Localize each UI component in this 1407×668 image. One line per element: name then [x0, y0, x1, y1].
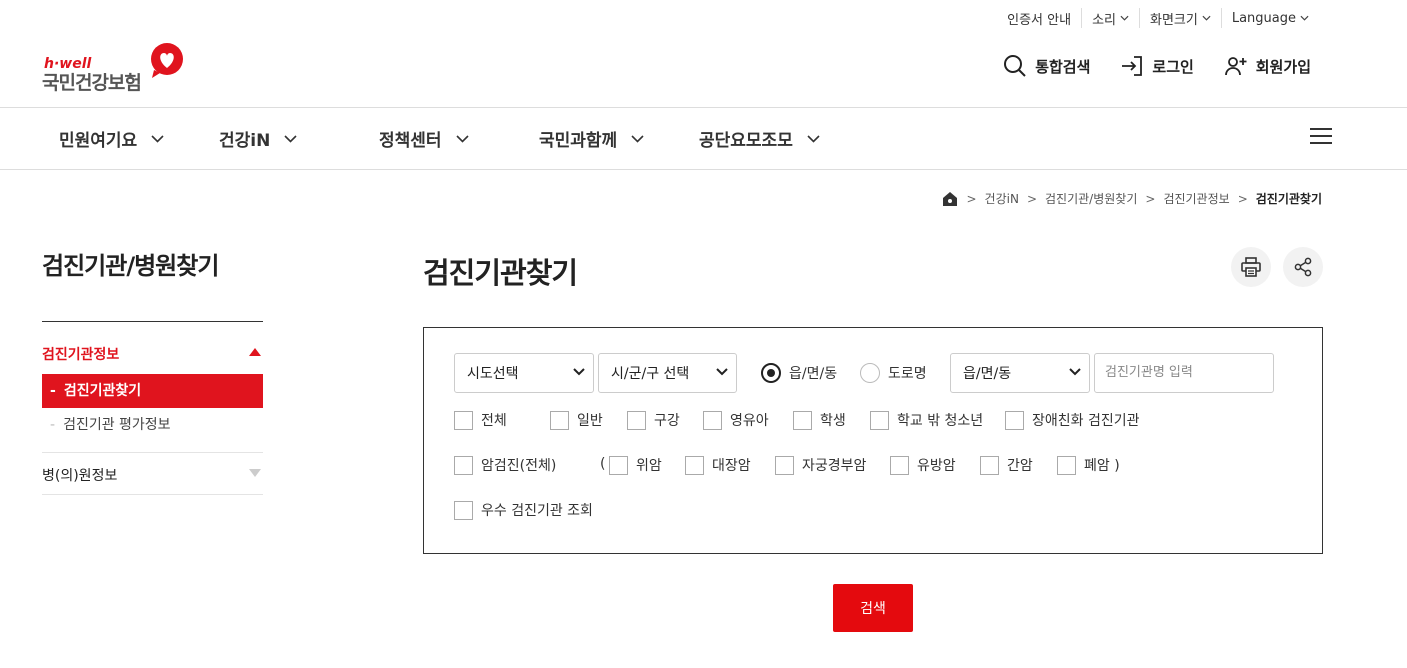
local-nav: 검진기관정보 - 검진기관찾기 - 검진기관 평가정보 병(의)원정보 [42, 321, 263, 495]
check-cervical-cancer[interactable]: 자궁경부암 [775, 455, 866, 475]
check-liver-cancer[interactable]: 간암 [980, 455, 1033, 475]
check-cancer-all[interactable]: 암검진(전체) [454, 455, 556, 475]
cert-guide-link[interactable]: 인증서 안내 [997, 8, 1081, 28]
breadcrumb: > 건강iN > 검진기관/병원찾기 > 검진기관정보 > 검진기관찾기 [942, 190, 1322, 207]
chevron-right-icon: > [1026, 191, 1037, 206]
logo-name: 국민건강보험 [42, 72, 142, 94]
screen-size-menu[interactable]: 화면크기 [1139, 8, 1221, 28]
dong-select[interactable]: 읍/면/동 [950, 353, 1090, 393]
check-student[interactable]: 학생 [793, 410, 846, 430]
radio-unselected[interactable] [860, 363, 880, 383]
utility-bar: 인증서 안내 소리 화면크기 Language [997, 8, 1319, 28]
login-button[interactable]: 로그인 [1120, 54, 1194, 78]
chevron-down-icon [1300, 15, 1309, 21]
gnb-item-civil[interactable]: 민원여기요 [59, 126, 164, 151]
chevron-down-icon [573, 368, 585, 376]
lnb-title: 검진기관/병원찾기 [42, 252, 219, 280]
check-all[interactable]: 전체 [454, 410, 507, 430]
gnb-item-about[interactable]: 공단요모조모 [699, 126, 820, 151]
breadcrumb-item[interactable]: 검진기관/병원찾기 [1045, 190, 1137, 207]
join-button[interactable]: 회원가입 [1224, 54, 1311, 78]
integrated-search-button[interactable]: 통합검색 [1003, 54, 1090, 78]
check-lung-cancer[interactable]: 폐암 ) [1057, 455, 1120, 475]
gnb-item-health-in[interactable]: 건강iN [219, 126, 297, 151]
check-infant[interactable]: 영유아 [703, 410, 769, 430]
chevron-down-icon [1120, 15, 1129, 21]
chevron-right-icon: > [1145, 191, 1156, 206]
lnb-item-exam-eval[interactable]: - 검진기관 평가정보 [42, 408, 263, 442]
check-colon-cancer[interactable]: 대장암 [685, 455, 751, 475]
print-icon [1241, 257, 1261, 277]
chevron-down-icon [631, 134, 644, 143]
add-user-icon [1224, 57, 1247, 76]
share-icon [1294, 257, 1312, 277]
breadcrumb-item[interactable]: 검진기관정보 [1163, 190, 1229, 207]
check-disability-friendly[interactable]: 장애친화 검진기관 [1005, 410, 1140, 430]
chevron-down-icon [1202, 15, 1211, 21]
sido-select[interactable]: 시도선택 [454, 353, 594, 393]
site-logo[interactable]: h·well 국민건강보험 [42, 40, 192, 96]
check-dental[interactable]: 구강 [627, 410, 680, 430]
gnb-item-policy[interactable]: 정책센터 [379, 126, 469, 151]
chevron-down-icon [716, 368, 728, 376]
lnb-group-exam-info[interactable]: 검진기관정보 [42, 322, 263, 374]
share-button[interactable] [1283, 247, 1323, 287]
login-icon [1122, 56, 1143, 76]
chevron-down-icon [151, 134, 164, 143]
chevron-down-icon [284, 134, 297, 143]
language-menu[interactable]: Language [1220, 8, 1319, 28]
sigungu-select[interactable]: 시/군/구 선택 [598, 353, 737, 393]
collapse-arrow-icon [249, 348, 261, 356]
sound-menu[interactable]: 소리 [1081, 8, 1139, 28]
radio-road[interactable]: 도로명 [860, 363, 927, 383]
chevron-down-icon [807, 134, 820, 143]
chevron-right-icon: > [966, 191, 977, 206]
check-general[interactable]: 일반 [550, 410, 603, 430]
breadcrumb-item[interactable]: 건강iN [985, 190, 1019, 207]
radio-emd[interactable]: 읍/면/동 [761, 363, 837, 383]
check-out-of-school-youth[interactable]: 학교 밖 청소년 [870, 410, 983, 430]
print-button[interactable] [1231, 247, 1271, 287]
institution-name-input[interactable]: 검진기관명 입력 [1094, 353, 1274, 393]
home-icon[interactable] [942, 191, 958, 207]
chevron-down-icon [1069, 368, 1081, 376]
heart-logo-icon [151, 43, 183, 78]
chevron-right-icon: > [1237, 191, 1248, 206]
expand-arrow-icon [249, 469, 261, 477]
radio-selected[interactable] [761, 363, 781, 383]
gnb-divider [0, 169, 1407, 170]
search-form: 시도선택 시/군/구 선택 읍/면/동 도로명 읍/면/동 검진기관명 입력 전… [423, 327, 1323, 554]
gnb-item-with-people[interactable]: 국민과함께 [539, 126, 644, 151]
chevron-down-icon [455, 134, 469, 143]
breadcrumb-current: 검진기관찾기 [1255, 192, 1322, 206]
check-excellent-institution[interactable]: 우수 검진기관 조회 [454, 500, 593, 520]
global-nav: 민원여기요 건강iN 정책센터 국민과함께 공단요모조모 [0, 108, 1407, 169]
check-breast-cancer[interactable]: 유방암 [890, 455, 956, 475]
header-actions: 통합검색 로그인 회원가입 [1003, 54, 1311, 78]
page-title: 검진기관찾기 [423, 256, 578, 290]
lnb-group-hospital-info[interactable]: 병(의)원정보 [42, 453, 263, 495]
search-button[interactable]: 검색 [833, 584, 913, 632]
lnb-item-exam-find[interactable]: - 검진기관찾기 [42, 374, 263, 408]
check-stomach-cancer[interactable]: 위암 [609, 455, 662, 475]
open-paren: ( [600, 456, 606, 472]
search-icon [1004, 55, 1026, 77]
hamburger-menu-icon[interactable] [1310, 128, 1332, 146]
